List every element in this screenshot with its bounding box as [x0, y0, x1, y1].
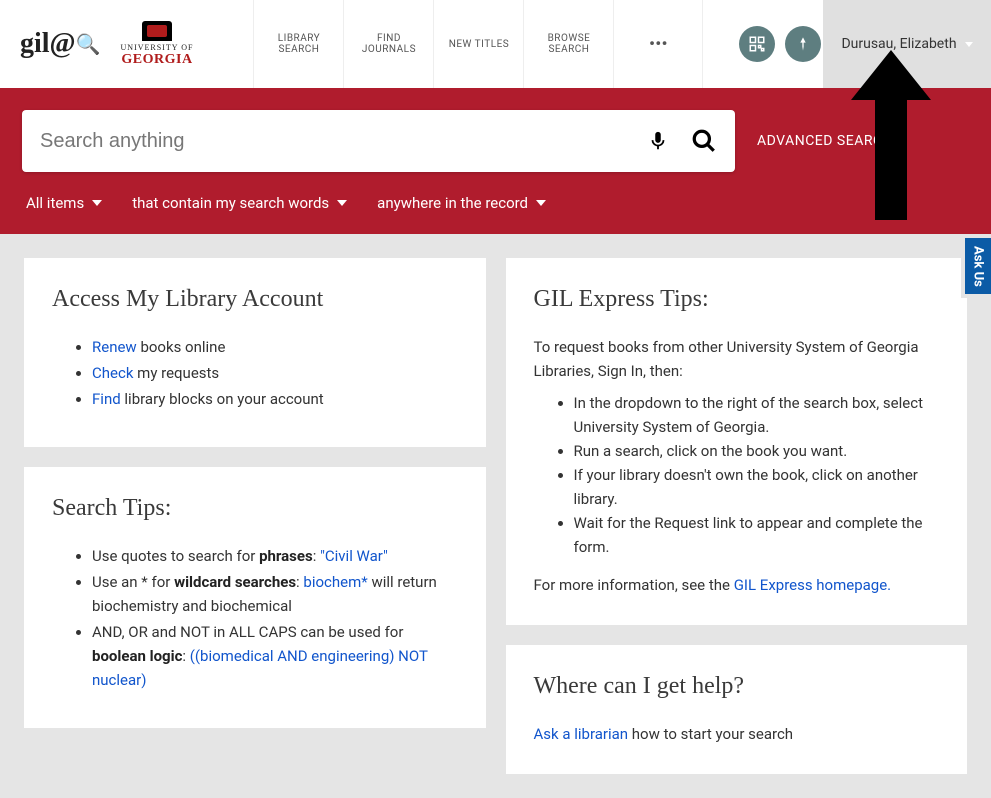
nav-find-journals[interactable]: FINDJOURNALS — [343, 0, 433, 88]
filter-contains[interactable]: that contain my search words — [132, 194, 347, 212]
gil-express-card: GIL Express Tips: To request books from … — [506, 258, 968, 625]
logo-area: gil@ 🔍 UNIVERSITY OF GEORGIA — [0, 0, 213, 88]
nav-browse-search[interactable]: BROWSESEARCH — [523, 0, 613, 88]
uga-logo[interactable]: UNIVERSITY OF GEORGIA — [121, 21, 194, 68]
search-tips-title: Search Tips: — [52, 495, 458, 522]
uga-label-big: GEORGIA — [121, 52, 194, 68]
ask-librarian-link[interactable]: Ask a librarian — [534, 725, 629, 743]
nav-tabs: LIBRARYSEARCH FINDJOURNALS NEW TITLES BR… — [253, 0, 703, 88]
ask-us-tab[interactable]: Ask Us — [961, 234, 991, 298]
gil-title: GIL Express Tips: — [534, 286, 940, 313]
content-area: Access My Library Account Renew books on… — [0, 234, 991, 798]
search-band: ADVANCED SEARCH All items that contain m… — [0, 88, 991, 234]
uga-label-small: UNIVERSITY OF — [121, 43, 194, 52]
list-item: AND, OR and NOT in ALL CAPS can be used … — [92, 620, 458, 692]
pin-icon — [795, 36, 811, 52]
nav-new-titles[interactable]: NEW TITLES — [433, 0, 523, 88]
filter-all-items[interactable]: All items — [26, 194, 102, 212]
mic-icon[interactable] — [647, 128, 669, 154]
search-input[interactable] — [40, 130, 647, 153]
account-card: Access My Library Account Renew books on… — [24, 258, 486, 447]
list-item: Wait for the Request link to appear and … — [574, 511, 940, 559]
list-item: Use quotes to search for phrases: "Civil… — [92, 544, 458, 568]
finder-icon: 🔍 — [76, 32, 101, 56]
left-column: Access My Library Account Renew books on… — [24, 258, 486, 774]
list-item: Renew books online — [92, 335, 458, 359]
nav-library-search[interactable]: LIBRARYSEARCH — [253, 0, 343, 88]
user-menu[interactable]: Durusau, Elizabeth — [823, 0, 991, 88]
help-card: Where can I get help? Ask a librarian ho… — [506, 645, 968, 774]
list-item: Use an * for wildcard searches: biochem*… — [92, 570, 458, 618]
gil-logo[interactable]: gil@ — [20, 28, 76, 60]
check-link[interactable]: Check — [92, 364, 133, 382]
gil-intro: To request books from other University S… — [534, 335, 940, 383]
find-link[interactable]: Find — [92, 390, 121, 408]
gil-outro: For more information, see the GIL Expres… — [534, 573, 940, 597]
list-item: In the dropdown to the right of the sear… — [574, 391, 940, 439]
account-title: Access My Library Account — [52, 286, 458, 313]
filter-anywhere[interactable]: anywhere in the record — [377, 194, 546, 212]
search-box[interactable] — [22, 110, 735, 172]
uga-arch-icon — [142, 21, 172, 41]
advanced-search-link[interactable]: ADVANCED SEARCH — [757, 133, 893, 149]
wildcard-example-link[interactable]: biochem* — [303, 573, 367, 591]
list-item: Find library blocks on your account — [92, 387, 458, 411]
filter-row: All items that contain my search words a… — [22, 194, 969, 212]
list-item: If your library doesn't own the book, cl… — [574, 463, 940, 511]
magnify-icon[interactable] — [691, 128, 717, 154]
caret-icon — [92, 200, 102, 206]
caret-icon — [536, 200, 546, 206]
caret-icon — [337, 200, 347, 206]
list-item: Run a search, click on the book you want… — [574, 439, 940, 463]
help-text: Ask a librarian how to start your search — [534, 722, 940, 746]
right-column: GIL Express Tips: To request books from … — [506, 258, 968, 774]
renew-link[interactable]: Renew — [92, 338, 137, 356]
qr-button[interactable] — [739, 26, 775, 62]
list-item: Check my requests — [92, 361, 458, 385]
search-tips-card: Search Tips: Use quotes to search for ph… — [24, 467, 486, 728]
qr-icon — [748, 35, 766, 53]
right-icons — [739, 0, 821, 88]
gil-homepage-link[interactable]: GIL Express homepage. — [734, 576, 891, 594]
user-name: Durusau, Elizabeth — [841, 36, 956, 52]
help-title: Where can I get help? — [534, 673, 940, 700]
nav-more[interactable]: ••• — [613, 0, 703, 88]
caret-down-icon — [965, 42, 973, 47]
top-nav: gil@ 🔍 UNIVERSITY OF GEORGIA LIBRARYSEAR… — [0, 0, 991, 88]
pin-button[interactable] — [785, 26, 821, 62]
phrase-example-link[interactable]: "Civil War" — [320, 547, 388, 565]
